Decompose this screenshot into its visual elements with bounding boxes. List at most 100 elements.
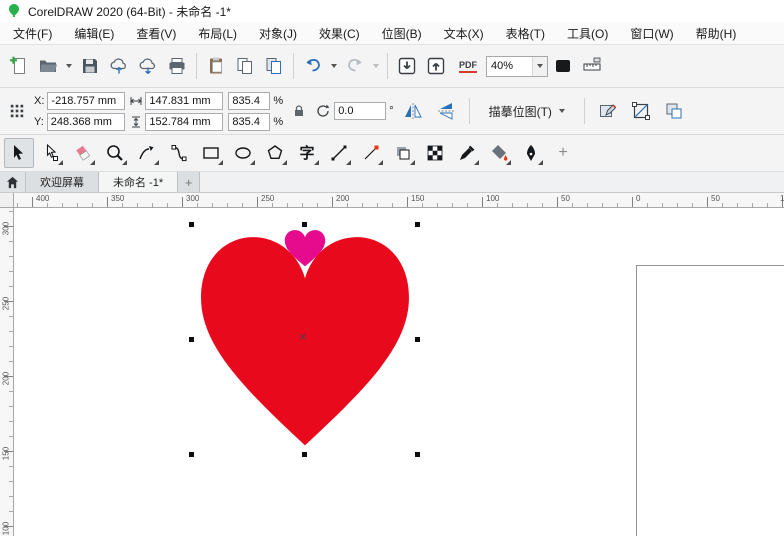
- open-dropdown-button[interactable]: [63, 52, 75, 80]
- object-height-field[interactable]: [145, 112, 224, 131]
- scale-h-field[interactable]: [228, 91, 271, 110]
- selection-handle-bottom-center[interactable]: [302, 452, 307, 457]
- menu-window[interactable]: 窗口(W): [619, 21, 684, 46]
- horizontal-ruler[interactable]: 400 350 300 250 200 150 100 50 0 50 100: [14, 193, 784, 208]
- import-button[interactable]: [393, 52, 421, 80]
- menu-file[interactable]: 文件(F): [2, 21, 63, 46]
- menu-edit[interactable]: 编辑(E): [63, 21, 125, 46]
- text-tool[interactable]: 字: [292, 138, 322, 168]
- drawing-canvas[interactable]: ×: [14, 208, 784, 536]
- small-heart-shape[interactable]: [284, 230, 326, 267]
- standard-toolbar: PDF 40%: [0, 45, 784, 88]
- menu-view[interactable]: 查看(V): [125, 21, 187, 46]
- lock-ratio-button[interactable]: [288, 92, 310, 130]
- x-position-field[interactable]: [47, 91, 126, 110]
- trace-bitmap-button[interactable]: 描摹位图(T): [479, 98, 575, 125]
- open-folder-icon: [40, 60, 57, 72]
- connector-tool[interactable]: [324, 138, 354, 168]
- toolbox: 字 +: [0, 135, 784, 172]
- coreldraw-logo-icon: [9, 4, 19, 17]
- redo-dropdown-button[interactable]: [370, 52, 382, 80]
- print-button[interactable]: [163, 52, 191, 80]
- export-button[interactable]: [422, 52, 450, 80]
- scale-v-field[interactable]: [228, 112, 271, 131]
- pdf-export-button[interactable]: PDF: [451, 52, 485, 80]
- y-position-field[interactable]: [46, 112, 125, 131]
- object-width-field[interactable]: [145, 91, 224, 110]
- tab-label: 未命名 -1*: [113, 177, 164, 189]
- cloud-upload-button[interactable]: [105, 52, 133, 80]
- polygon-tool[interactable]: [260, 138, 290, 168]
- redo-button[interactable]: [341, 52, 369, 80]
- save-button[interactable]: [76, 52, 104, 80]
- straighten-image-button[interactable]: [627, 97, 655, 125]
- selection-handle-bottom-left[interactable]: [189, 452, 194, 457]
- selection-handle-top-center[interactable]: [302, 222, 307, 227]
- freehand-tool[interactable]: [132, 138, 162, 168]
- menu-text[interactable]: 文本(X): [433, 21, 495, 46]
- more-tools-button[interactable]: +: [548, 138, 578, 168]
- paste-button[interactable]: [202, 52, 230, 80]
- straighten-frame-icon: [631, 102, 650, 120]
- pick-tool[interactable]: [4, 138, 34, 168]
- ruler-label: 100: [486, 194, 500, 203]
- mirror-vertical-button[interactable]: [432, 97, 460, 125]
- mirror-vertical-icon: [437, 103, 454, 120]
- small-heart-object[interactable]: [283, 228, 327, 268]
- zoom-dropdown-button[interactable]: [532, 56, 547, 76]
- show-rulers-button[interactable]: [578, 52, 606, 80]
- degree-label: °: [389, 105, 394, 117]
- toolbar-separator: [468, 98, 470, 124]
- ruler-origin-corner[interactable]: [0, 193, 14, 208]
- dimension-tool[interactable]: [356, 138, 386, 168]
- ellipse-tool[interactable]: [228, 138, 258, 168]
- home-button[interactable]: [0, 172, 26, 192]
- edit-bitmap-button[interactable]: [594, 97, 622, 125]
- copy-icon: [237, 58, 252, 74]
- new-tab-button[interactable]: +: [178, 172, 201, 192]
- transparency-tool[interactable]: [420, 138, 450, 168]
- menu-table[interactable]: 表格(T): [495, 21, 556, 46]
- zoom-level-combobox[interactable]: 40%: [486, 55, 548, 77]
- rectangle-tool[interactable]: [196, 138, 226, 168]
- position-size-button[interactable]: [660, 97, 688, 125]
- shape-tool[interactable]: [36, 138, 66, 168]
- open-document-button[interactable]: [34, 52, 62, 80]
- fullscreen-preview-button[interactable]: [549, 52, 577, 80]
- object-position-grid[interactable]: [5, 92, 29, 130]
- undo-button[interactable]: [299, 52, 327, 80]
- rotation-icon: [317, 104, 330, 117]
- new-document-button[interactable]: [5, 52, 33, 80]
- mirror-horizontal-button[interactable]: [399, 97, 427, 125]
- ruler-label: 250: [1, 296, 11, 311]
- bezier-tool[interactable]: [164, 138, 194, 168]
- eyedropper-tool[interactable]: [452, 138, 482, 168]
- selection-handle-middle-right[interactable]: [415, 337, 420, 342]
- cloud-download-button[interactable]: [134, 52, 162, 80]
- outline-pen-tool[interactable]: [516, 138, 546, 168]
- tab-welcome-screen[interactable]: 欢迎屏幕: [26, 172, 99, 192]
- shadow-tool[interactable]: [388, 138, 418, 168]
- menu-help[interactable]: 帮助(H): [685, 21, 748, 46]
- duplicate-button[interactable]: [260, 52, 288, 80]
- menu-effects[interactable]: 效果(C): [308, 21, 371, 46]
- menu-tools[interactable]: 工具(O): [556, 21, 619, 46]
- menu-bitmaps[interactable]: 位图(B): [371, 21, 433, 46]
- vertical-ruler[interactable]: 300 250 200 150 100: [0, 208, 14, 536]
- copy-button[interactable]: [231, 52, 259, 80]
- selection-handle-middle-left[interactable]: [189, 337, 194, 342]
- zoom-tool[interactable]: [100, 138, 130, 168]
- selection-handle-top-left[interactable]: [189, 222, 194, 227]
- selection-handle-bottom-right[interactable]: [415, 452, 420, 457]
- interactive-fill-tool[interactable]: [484, 138, 514, 168]
- selection-center-mark[interactable]: ×: [299, 330, 307, 343]
- menu-object[interactable]: 对象(J): [248, 21, 308, 46]
- rotation-field[interactable]: [334, 102, 387, 120]
- eraser-tool[interactable]: [68, 138, 98, 168]
- chevron-down-icon: [66, 64, 72, 68]
- undo-dropdown-button[interactable]: [328, 52, 340, 80]
- tab-untitled-document[interactable]: 未命名 -1*: [99, 172, 179, 192]
- selection-handle-top-right[interactable]: [415, 222, 420, 227]
- ruler-label: 400: [36, 194, 50, 203]
- menu-layout[interactable]: 布局(L): [187, 21, 248, 46]
